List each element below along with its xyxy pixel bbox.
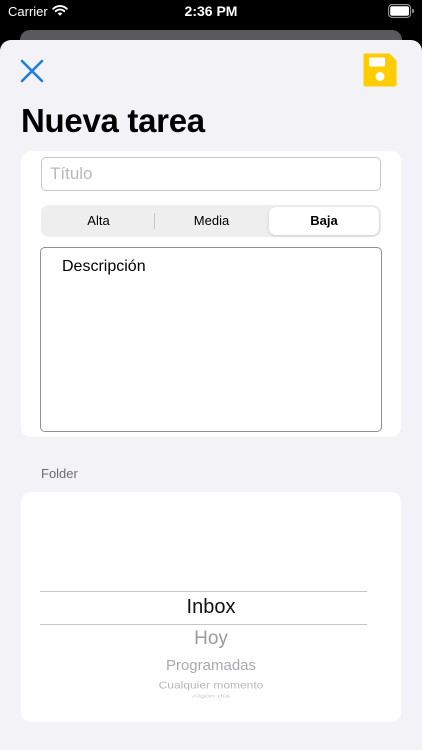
picker-option-cualquier-momento[interactable]: Cualquier momento [21,679,401,690]
task-form-card: Alta Media Baja [21,151,401,437]
status-bar: Carrier 2:36 PM [0,0,422,26]
save-icon[interactable] [362,52,398,88]
folder-section-label: Folder [41,466,78,481]
priority-segment-baja[interactable]: Baja [269,207,379,235]
picker-option-hoy[interactable]: Hoy [21,628,401,650]
new-task-sheet: Nueva tarea Alta Media Baja Folder Inbox… [0,40,422,750]
picker-option-inbox[interactable]: Inbox [21,596,401,619]
close-icon[interactable] [18,57,46,85]
picker-selection-top-line [40,591,367,592]
picker-selection-bottom-line [40,624,367,625]
priority-segmented-control: Alta Media Baja [41,205,381,237]
priority-segment-media[interactable]: Media [156,207,267,235]
picker-option-algun-dia[interactable]: Algún día [21,693,401,699]
title-input[interactable] [41,157,381,191]
clock: 2:36 PM [184,3,238,19]
page-title: Nueva tarea [21,102,205,139]
description-textarea[interactable] [40,247,382,432]
battery-icon [388,4,414,18]
picker-option-programadas[interactable]: Programadas [21,657,401,674]
folder-picker[interactable]: Inbox Hoy Programadas Cualquier momento … [21,492,401,722]
priority-segment-alta[interactable]: Alta [43,207,154,235]
segment-divider [154,213,155,229]
